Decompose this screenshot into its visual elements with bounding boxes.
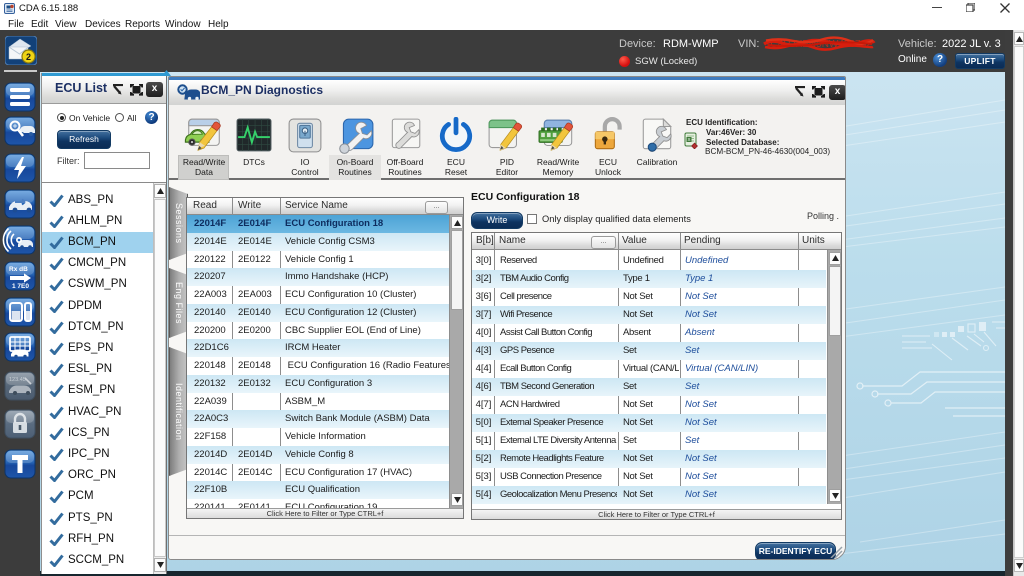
svg-text:1 7E0: 1 7E0 [12,283,29,290]
svg-text:2: 2 [26,52,31,62]
svg-text:X: X [687,137,690,142]
